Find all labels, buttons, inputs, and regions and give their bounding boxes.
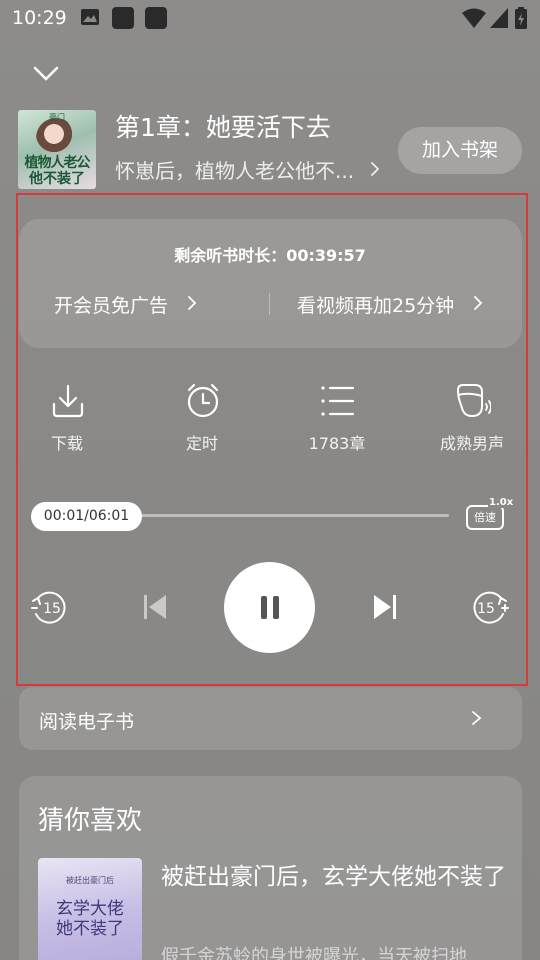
cover-title-line1: 植物人老公 (24, 155, 91, 171)
status-time: 10:29 (12, 7, 67, 29)
chevron-right-icon (472, 711, 482, 725)
wifi-icon (462, 8, 486, 28)
recommended-book-cover[interactable]: 被赶出豪门后 玄学大佬 她不装了 (38, 858, 142, 960)
app-notification-icon (145, 7, 167, 29)
status-bar: 10:29 (0, 0, 540, 38)
cover-title-line2: 她不装了 (56, 919, 124, 939)
add-to-shelf-button[interactable]: 加入书架 (398, 127, 522, 174)
book-cover[interactable]: 豪门 植物人老公 他不装了 (18, 110, 96, 189)
recommendation-title: 猜你喜欢 (38, 806, 143, 836)
recommended-book-description: 假千金苏蛉的身世被曝光，当天被扫地 (161, 946, 467, 960)
recommended-book-title[interactable]: 被赶出豪门后，玄学大佬她不装了 (161, 856, 506, 898)
highlight-box (16, 193, 528, 686)
chevron-right-icon (371, 162, 380, 176)
battery-charging-icon (515, 7, 527, 29)
cover-title-line2: 他不装了 (29, 171, 85, 187)
cover-title-line1: 玄学大佬 (56, 899, 124, 919)
read-ebook-label: 阅读电子书 (39, 711, 135, 733)
collapse-chevron-icon[interactable] (32, 62, 60, 86)
cover-subtitle: 被赶出豪门后 (66, 876, 114, 885)
signal-icon (490, 8, 508, 28)
book-title-link[interactable]: 怀崽后，植物人老公他不... (115, 155, 354, 184)
gallery-notification-icon (81, 9, 99, 25)
chapter-title: 第1章：她要活下去 (115, 113, 331, 142)
app-notification-icon (112, 7, 134, 29)
cover-figure (36, 118, 76, 158)
cover-tag: 豪门 (49, 113, 65, 122)
